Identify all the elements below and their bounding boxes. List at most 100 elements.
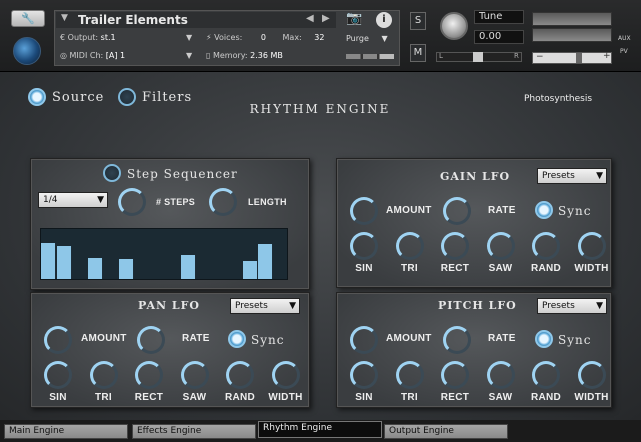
memory-value: 2.36 MB — [250, 51, 283, 60]
steps-knob[interactable] — [118, 188, 146, 216]
gain-sin-knob[interactable] — [350, 232, 378, 260]
tab-effects-engine[interactable]: Effects Engine — [132, 424, 256, 439]
volume-handle[interactable] — [576, 53, 582, 63]
step-cell[interactable] — [242, 260, 258, 279]
source-radio[interactable] — [28, 88, 46, 106]
step-cell[interactable] — [41, 243, 56, 279]
volume-plus-button[interactable]: + — [603, 51, 611, 61]
gain-rate-label: RATE — [488, 205, 516, 216]
gain-tri-label: TRI — [400, 263, 418, 274]
pan-lfo-presets[interactable]: Presets ▼ — [230, 298, 300, 314]
gain-sync-label[interactable]: Sync — [558, 204, 591, 218]
gain-tri-knob[interactable] — [395, 232, 424, 260]
mute-button[interactable]: M — [410, 44, 426, 62]
pitch-tri-knob[interactable] — [395, 361, 424, 389]
midi-row[interactable]: ◎ MIDI Ch: [A] 1 — [60, 51, 125, 60]
pan-rand-knob[interactable] — [226, 361, 254, 389]
pv-label[interactable]: PV — [620, 48, 628, 55]
pan-tri-knob[interactable] — [89, 361, 118, 389]
purge-button[interactable]: Purge ▼ — [346, 34, 388, 43]
pitch-sin-knob[interactable] — [350, 361, 378, 389]
pitch-sync-label[interactable]: Sync — [558, 333, 591, 347]
pitch-amount-knob[interactable] — [350, 326, 378, 354]
gain-rand-knob[interactable] — [532, 232, 560, 260]
pitch-rect-knob[interactable] — [441, 361, 469, 389]
pan-saw-knob[interactable] — [180, 361, 209, 389]
pan-rect-knob[interactable] — [135, 361, 163, 389]
filters-radio[interactable] — [118, 88, 136, 106]
step-rate-value: 1/4 — [43, 195, 58, 205]
step-cell[interactable] — [180, 254, 196, 279]
tab-rhythm-engine[interactable]: Rhythm Engine — [258, 421, 382, 438]
pitch-rate-knob[interactable] — [443, 326, 471, 354]
filters-label[interactable]: Filters — [142, 90, 192, 105]
step-cell[interactable] — [258, 243, 273, 279]
tab-label: Main Engine — [9, 426, 65, 436]
pan-width-knob[interactable] — [271, 361, 300, 389]
pan-waveform-knobs: SIN TRI RECT SAW RAND WIDTH — [40, 361, 308, 405]
pan-saw-label: SAW — [182, 392, 207, 403]
chevron-down-icon: ▼ — [289, 301, 296, 311]
gain-presets-label: Presets — [542, 171, 575, 181]
info-icon[interactable]: i — [376, 12, 392, 28]
purge-label: Purge — [346, 34, 369, 43]
pan-rate-knob[interactable] — [137, 326, 165, 354]
pan-handle[interactable] — [473, 52, 483, 62]
solo-button[interactable]: S — [410, 12, 426, 30]
step-grid[interactable] — [40, 228, 288, 280]
pan-left-label: L — [439, 52, 443, 60]
voices-label: Voices: — [214, 33, 243, 42]
step-cell[interactable] — [87, 257, 103, 279]
gain-waveform-knobs: SIN TRI RECT SAW RAND WIDTH — [346, 232, 614, 276]
tune-value-field[interactable]: 0.00 — [474, 30, 524, 44]
pitch-amount-label: AMOUNT — [386, 333, 432, 344]
gain-amount-knob[interactable] — [350, 197, 378, 225]
pitch-saw-label: SAW — [488, 392, 513, 403]
pitch-lfo-presets[interactable]: Presets ▼ — [537, 298, 607, 314]
gain-lfo-presets[interactable]: Presets ▼ — [537, 168, 607, 184]
voices-value: 0 — [260, 33, 266, 42]
pitch-sync-radio[interactable] — [535, 330, 553, 348]
max-value[interactable]: 32 — [314, 33, 324, 42]
prev-instrument-icon[interactable]: ◀ — [306, 13, 314, 24]
step-cell[interactable] — [56, 245, 72, 279]
source-label[interactable]: Source — [52, 90, 104, 105]
memory-row: ▯ Memory: 2.36 MB — [206, 51, 283, 60]
tab-output-engine[interactable]: Output Engine — [384, 424, 508, 439]
gain-saw-knob[interactable] — [486, 232, 515, 260]
tab-label: Output Engine — [389, 426, 454, 436]
pan-amount-knob[interactable] — [44, 326, 72, 354]
pitch-width-knob[interactable] — [577, 361, 606, 389]
pitch-presets-label: Presets — [542, 301, 575, 311]
pitch-rate-label: RATE — [488, 333, 516, 344]
step-rate-dropdown[interactable]: 1/4 ▼ — [38, 192, 108, 208]
output-volume-slider[interactable] — [532, 52, 612, 64]
instrument-title[interactable]: Trailer Elements — [56, 12, 336, 28]
gain-rate-knob[interactable] — [443, 197, 471, 225]
output-row[interactable]: € Output: st.1 — [60, 33, 116, 42]
gain-rect-knob[interactable] — [441, 232, 469, 260]
chevron-down-icon: ▼ — [596, 171, 603, 181]
pan-sync-label[interactable]: Sync — [251, 333, 284, 347]
length-label: LENGTH — [248, 197, 287, 207]
pitch-rand-knob[interactable] — [532, 361, 560, 389]
output-dropdown-icon[interactable]: ▼ — [186, 33, 192, 42]
volume-minus-button[interactable]: − — [536, 52, 544, 62]
step-cell[interactable] — [118, 258, 134, 279]
pan-sync-radio[interactable] — [228, 330, 246, 348]
next-instrument-icon[interactable]: ▶ — [322, 13, 330, 24]
menu-triangle-icon[interactable]: ▼ — [61, 13, 68, 23]
aux-label[interactable]: AUX — [618, 35, 631, 42]
step-sequencer-radio[interactable] — [103, 164, 121, 182]
gain-sync-radio[interactable] — [535, 201, 553, 219]
pitch-saw-knob[interactable] — [486, 361, 515, 389]
wrench-icon[interactable]: 🔧 — [11, 10, 45, 27]
camera-icon[interactable]: 📷 — [346, 11, 362, 26]
volume-knob[interactable] — [440, 12, 468, 40]
pan-sin-knob[interactable] — [44, 361, 72, 389]
midi-dropdown-icon[interactable]: ▼ — [186, 51, 192, 60]
gain-width-knob[interactable] — [577, 232, 606, 260]
tab-label: Effects Engine — [137, 426, 202, 436]
tab-main-engine[interactable]: Main Engine — [4, 424, 128, 439]
length-knob[interactable] — [209, 188, 237, 216]
